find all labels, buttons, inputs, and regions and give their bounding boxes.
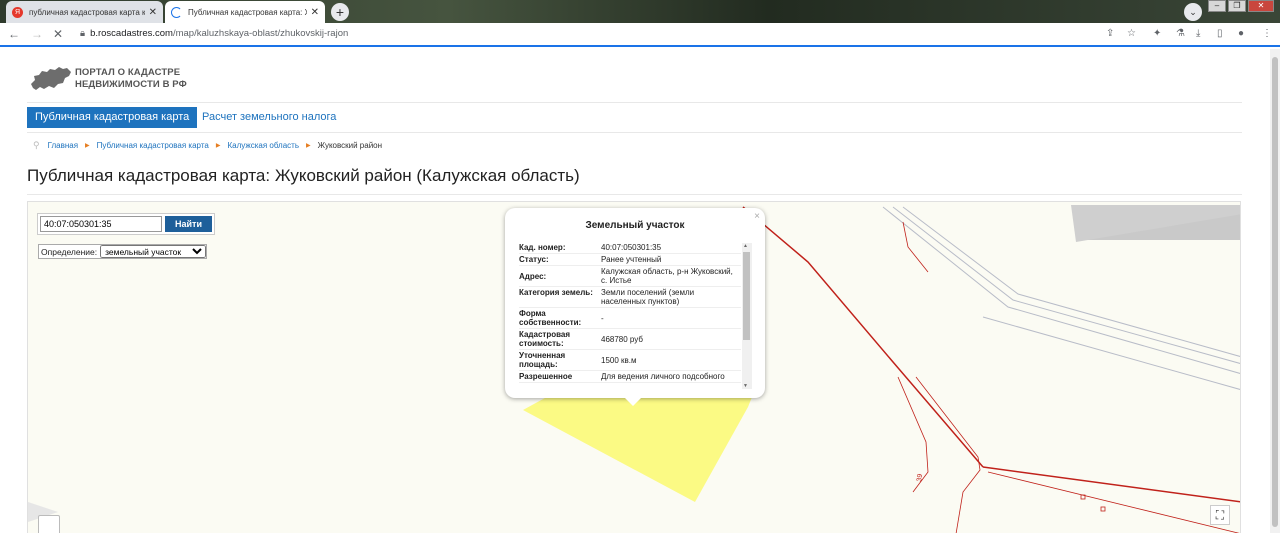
browser-tab-strip: Я публичная кадастровая карта к ✕ Публич… [0, 0, 1280, 23]
nav-public-map[interactable]: Публичная кадастровая карта [27, 107, 198, 128]
bookmark-star-icon[interactable]: ☆ [1127, 28, 1136, 39]
scrollbar-thumb[interactable] [1272, 57, 1278, 527]
popup-details: Кад. номер: 40:07:050301:35 Статус: Ранее … [519, 242, 741, 392]
popup-title: Земельный участок [585, 220, 685, 231]
definition-label: Определение: [41, 246, 98, 257]
profile-icon[interactable]: ● [1238, 28, 1244, 39]
stop-loading-icon[interactable]: ✕ [53, 27, 63, 41]
detail-row: Адрес: Калужская область, р-н Жуковский, … [519, 266, 741, 287]
plot-number-label: 39 [916, 473, 924, 482]
definition-selector: Определение: земельный участок [38, 244, 208, 259]
popup-scrollbar-thumb[interactable] [743, 252, 750, 340]
share-icon[interactable]: ⇪ [1106, 28, 1114, 39]
breadcrumb-arrow-icon: ▶ [215, 143, 221, 149]
fullscreen-icon[interactable]: ⛶ [1210, 505, 1230, 525]
breadcrumb-region[interactable]: Калужская область [227, 141, 299, 150]
menu-kebab-icon[interactable]: ⋮ [1262, 28, 1272, 39]
site-logo-text[interactable]: ПОРТАЛ О КАДАСТРЕ НЕДВИЖИМОСТИ В РФ [75, 67, 187, 91]
divider [27, 194, 1242, 195]
new-tab-button[interactable]: + [331, 3, 349, 21]
popup-tail [625, 398, 641, 406]
popup-scrollbar[interactable]: ▲ ▼ [742, 243, 752, 389]
cadastral-map[interactable]: 39 Найти Определение: земельный участок … [27, 201, 1241, 533]
flask-icon[interactable]: ⚗ [1176, 28, 1185, 39]
tab-close-icon[interactable]: ✕ [149, 7, 157, 18]
page-scrollbar[interactable] [1270, 49, 1280, 533]
breadcrumb: ⚲ Главная ▶ Публичная кадастровая карта … [33, 140, 382, 151]
address-bar: ← → ✕ 🔒︎ b.roscadastres.com/map/kaluzhska… [0, 23, 1280, 47]
maximize-icon[interactable]: ❐ [1228, 0, 1246, 12]
forward-arrow-icon[interactable]: → [31, 27, 43, 41]
tab-search-chevron-icon[interactable]: ⌄ [1184, 3, 1202, 21]
location-pin-icon: ⚲ [33, 140, 40, 150]
loading-icon [171, 6, 182, 18]
nav-land-tax[interactable]: Расчет земельного налога [202, 107, 336, 128]
scroll-down-icon[interactable]: ▼ [743, 383, 748, 389]
divider [27, 132, 1242, 133]
breadcrumb-arrow-icon: ▶ [85, 143, 90, 149]
tab-title: Публичная кадастровая карта: Ж [188, 7, 307, 17]
plot-boundaries [742, 206, 1240, 533]
page-title: Публичная кадастровая карта: Жуковский р… [27, 166, 580, 185]
divider [27, 102, 1242, 103]
land-plot-popup: × Земельный участок Кад. номер: 40:07:050… [505, 208, 765, 406]
yandex-icon: Я [12, 6, 23, 18]
back-arrow-icon[interactable]: ← [8, 27, 20, 41]
detail-row: Статус: Ранее учтенный [519, 254, 741, 266]
detail-row: Разрешенное Для ведения личного подсобног… [519, 371, 741, 383]
detail-row: Категория земель: Земли поселений (земли … [519, 287, 741, 308]
minimize-icon[interactable]: – [1208, 0, 1226, 12]
detail-row: Кад. номер: 40:07:050301:35 [519, 242, 741, 254]
breadcrumb-public-map[interactable]: Публичная кадастровая карта [97, 141, 209, 150]
window-controls: – ❐ ✕ [1206, 0, 1274, 14]
map-control-button[interactable] [38, 515, 60, 533]
sidepanel-icon[interactable]: ▯ [1217, 28, 1223, 39]
breadcrumb-home[interactable]: Главная [48, 141, 78, 150]
detail-row: Форма собственности: - [519, 308, 741, 329]
cadastral-number-input[interactable] [40, 216, 162, 232]
tab-title: публичная кадастровая карта к [29, 7, 145, 17]
lock-icon: 🔒︎ [80, 28, 86, 39]
download-icon[interactable]: ⤓ [1196, 28, 1200, 39]
find-button[interactable]: Найти [165, 216, 212, 232]
russia-map-logo-icon[interactable] [30, 66, 72, 92]
definition-select[interactable]: земельный участок [100, 245, 207, 258]
tab-close-icon[interactable]: ✕ [311, 7, 319, 18]
breadcrumb-arrow-icon: ▶ [306, 143, 311, 149]
detail-row: Уточненная площадь: 1500 кв.м [519, 350, 741, 371]
cadastral-search: Найти [37, 213, 215, 235]
detail-row: Кадастровая стоимость: 468780 руб [519, 329, 741, 350]
scroll-up-icon[interactable]: ▲ [743, 243, 748, 249]
browser-tab-2[interactable]: Публичная кадастровая карта: Ж ✕ [165, 1, 325, 23]
browser-tab-1[interactable]: Я публичная кадастровая карта к ✕ [6, 1, 163, 23]
close-window-icon[interactable]: ✕ [1248, 0, 1274, 12]
extensions-puzzle-icon[interactable]: ✦ [1153, 28, 1161, 39]
breadcrumb-current: Жуковский район [317, 141, 383, 150]
url-field[interactable]: 🔒︎ b.roscadastres.com/map/kaluzhskaya-obl… [80, 28, 348, 39]
